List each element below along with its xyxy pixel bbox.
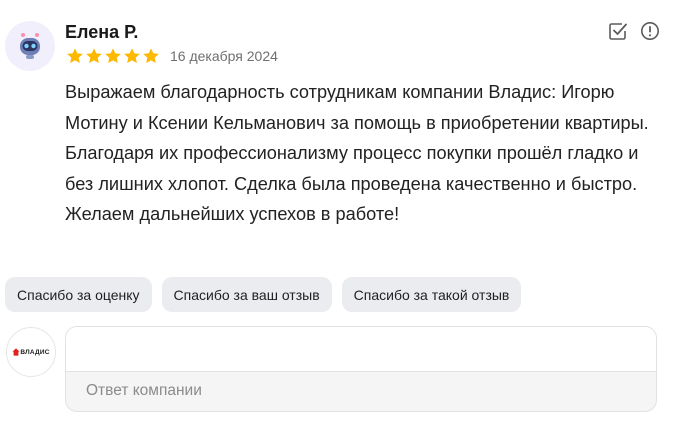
quick-reply-thanks-rating[interactable]: Спасибо за оценку <box>5 277 152 312</box>
review-text: Выражаем благодарность сотрудникам компа… <box>65 82 649 224</box>
reply-placeholder: Ответ компании <box>86 382 202 399</box>
review-date: 16 декабря 2024 <box>170 48 278 64</box>
review-card: Елена Р. 16 декабря 2024 Выражаем благод… <box>0 0 676 430</box>
robot-avatar-icon <box>20 33 40 59</box>
user-avatar[interactable] <box>5 21 55 71</box>
rating-stars <box>66 47 160 65</box>
star-icon <box>105 48 121 64</box>
review-author[interactable]: Елена Р. <box>65 22 138 43</box>
house-logo-icon <box>12 348 20 356</box>
quick-reply-thanks-such-review[interactable]: Спасибо за такой отзыв <box>341 277 522 312</box>
review-actions <box>608 21 660 41</box>
info-circle-icon[interactable] <box>640 21 660 41</box>
star-icon <box>124 48 140 64</box>
company-avatar: ВЛАДИС <box>6 327 56 377</box>
company-reply-box: Ответ компании <box>65 326 657 412</box>
star-icon <box>143 48 159 64</box>
star-icon <box>86 48 102 64</box>
star-icon <box>67 48 83 64</box>
reply-input[interactable] <box>66 327 656 372</box>
quick-reply-thanks-review[interactable]: Спасибо за ваш отзыв <box>161 277 332 312</box>
company-logo-text: ВЛАДИС <box>20 348 50 356</box>
quick-replies: Спасибо за оценку Спасибо за ваш отзыв С… <box>5 277 522 312</box>
edit-check-icon[interactable] <box>608 21 628 41</box>
